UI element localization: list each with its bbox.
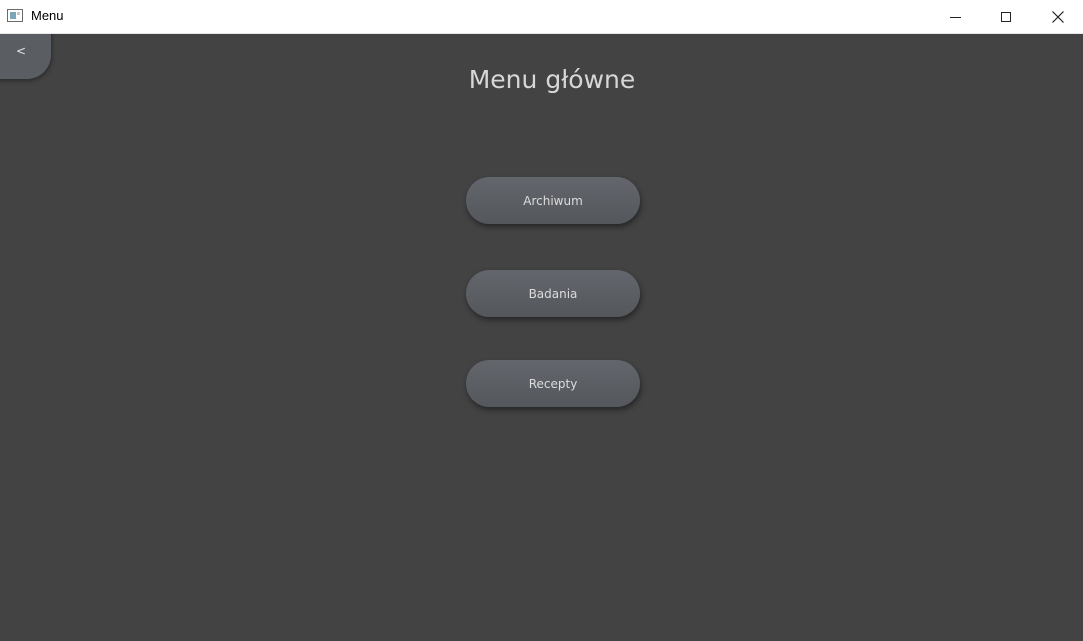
title-bar[interactable]: Menu [0, 0, 1083, 34]
window-title: Menu [31, 8, 64, 23]
archiwum-button[interactable]: Archiwum [466, 177, 640, 224]
recepty-button[interactable]: Recepty [466, 360, 640, 407]
close-button[interactable] [1035, 0, 1081, 33]
app-icon [7, 9, 23, 22]
minimize-icon [949, 17, 961, 18]
app-window: Menu < Menu główne Archiwum Badania Rece… [0, 0, 1083, 641]
back-button-label: < [16, 44, 27, 58]
badania-button[interactable]: Badania [466, 270, 640, 317]
close-icon [1052, 10, 1064, 23]
archiwum-button-label: Archiwum [523, 193, 583, 208]
badania-button-label: Badania [528, 286, 578, 301]
maximize-button[interactable] [983, 0, 1029, 33]
maximize-icon [1001, 11, 1011, 22]
minimize-button[interactable] [932, 0, 978, 33]
recepty-button-label: Recepty [528, 376, 578, 391]
page-title: Menu główne [468, 65, 636, 94]
main-content: < Menu główne Archiwum Badania Recepty [0, 34, 1083, 641]
